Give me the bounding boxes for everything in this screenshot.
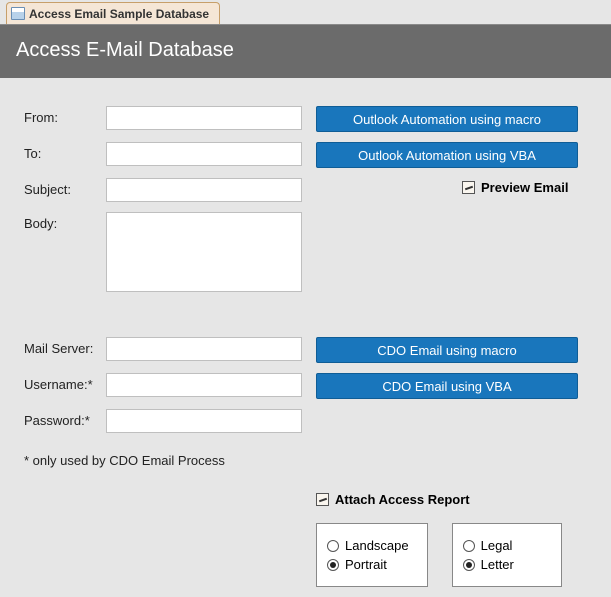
radio-circle-icon xyxy=(327,540,339,552)
radio-letter[interactable]: Letter xyxy=(463,557,543,572)
row-mailserver: Mail Server: CDO Email using macro xyxy=(24,337,587,363)
form-header: Access E-Mail Database xyxy=(0,24,611,78)
form-icon xyxy=(11,7,25,20)
page-title: Access E-Mail Database xyxy=(16,39,234,61)
input-from[interactable] xyxy=(106,106,302,130)
radio-landscape[interactable]: Landscape xyxy=(327,538,409,553)
tab-access-email-sample-db[interactable]: Access Email Sample Database xyxy=(6,2,220,24)
footnote-cdo: * only used by CDO Email Process xyxy=(24,453,587,468)
radio-label-legal: Legal xyxy=(481,538,513,553)
radio-circle-icon xyxy=(327,559,339,571)
group-orientation: Landscape Portrait xyxy=(316,523,428,587)
tab-title: Access Email Sample Database xyxy=(29,7,209,21)
tab-bar: Access Email Sample Database xyxy=(0,0,611,24)
input-username[interactable] xyxy=(106,373,302,397)
input-subject[interactable] xyxy=(106,178,302,202)
radio-legal[interactable]: Legal xyxy=(463,538,543,553)
label-mailserver: Mail Server: xyxy=(24,337,106,356)
form-body: From: Outlook Automation using macro To:… xyxy=(0,78,611,597)
radio-circle-icon xyxy=(463,540,475,552)
input-body[interactable] xyxy=(106,212,302,292)
row-to: To: Outlook Automation using VBA xyxy=(24,142,587,168)
label-username: Username:* xyxy=(24,373,106,392)
input-to[interactable] xyxy=(106,142,302,166)
attach-area: Attach Access Report Landscape Portrait … xyxy=(316,492,587,587)
radio-circle-icon xyxy=(463,559,475,571)
label-password: Password:* xyxy=(24,409,106,428)
row-password: Password:* xyxy=(24,409,587,433)
btn-cdo-macro[interactable]: CDO Email using macro xyxy=(316,337,578,363)
checkbox-preview-email[interactable] xyxy=(462,181,475,194)
row-from: From: Outlook Automation using macro xyxy=(24,106,587,132)
row-body: Body: xyxy=(24,212,587,295)
radio-label-letter: Letter xyxy=(481,557,514,572)
btn-outlook-macro[interactable]: Outlook Automation using macro xyxy=(316,106,578,132)
row-subject: Subject: Preview Email xyxy=(24,178,587,202)
label-preview-email: Preview Email xyxy=(481,180,568,195)
radio-label-portrait: Portrait xyxy=(345,557,387,572)
label-from: From: xyxy=(24,106,106,125)
group-paper: Legal Letter xyxy=(452,523,562,587)
input-password[interactable] xyxy=(106,409,302,433)
label-attach-report: Attach Access Report xyxy=(335,492,470,507)
row-username: Username:* CDO Email using VBA xyxy=(24,373,587,399)
label-body: Body: xyxy=(24,212,106,231)
btn-outlook-vba[interactable]: Outlook Automation using VBA xyxy=(316,142,578,168)
label-to: To: xyxy=(24,142,106,161)
checkbox-attach-report[interactable] xyxy=(316,493,329,506)
input-mailserver[interactable] xyxy=(106,337,302,361)
label-subject: Subject: xyxy=(24,178,106,197)
btn-cdo-vba[interactable]: CDO Email using VBA xyxy=(316,373,578,399)
radio-label-landscape: Landscape xyxy=(345,538,409,553)
radio-portrait[interactable]: Portrait xyxy=(327,557,409,572)
